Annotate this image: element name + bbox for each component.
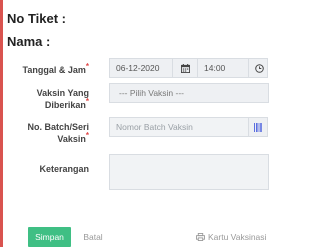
notes-textarea[interactable] — [109, 154, 269, 190]
barcode-icon — [254, 122, 262, 132]
cancel-button[interactable]: Batal — [76, 227, 110, 247]
vaccine-label: Vaksin Yang Diberikan* — [36, 88, 89, 110]
vaccination-card-label: Kartu Vaksinasi — [208, 232, 267, 242]
print-icon — [196, 233, 205, 241]
vaccination-card-button[interactable]: Kartu Vaksinasi — [186, 227, 270, 247]
vaccine-select[interactable]: --- Pilih Vaksin --- — [109, 83, 269, 103]
calendar-button[interactable] — [172, 58, 198, 78]
name-label: Nama : — [7, 34, 51, 49]
save-button[interactable]: Simpan — [28, 227, 71, 247]
ticket-number-label: No Tiket : — [7, 11, 66, 26]
clock-icon — [255, 63, 264, 73]
calendar-icon — [180, 63, 190, 73]
time-input[interactable]: 14:00 — [197, 58, 249, 78]
notes-label: Keterangan — [39, 164, 89, 174]
batch-number-input[interactable]: Nomor Batch Vaksin — [109, 117, 249, 137]
batch-label: No. Batch/Seri Vaksin* — [27, 122, 89, 144]
clock-button[interactable] — [248, 58, 268, 78]
date-input[interactable]: 06-12-2020 — [109, 58, 173, 78]
barcode-scan-button[interactable] — [248, 117, 268, 137]
date-time-label: Tanggal & Jam* — [22, 62, 89, 76]
